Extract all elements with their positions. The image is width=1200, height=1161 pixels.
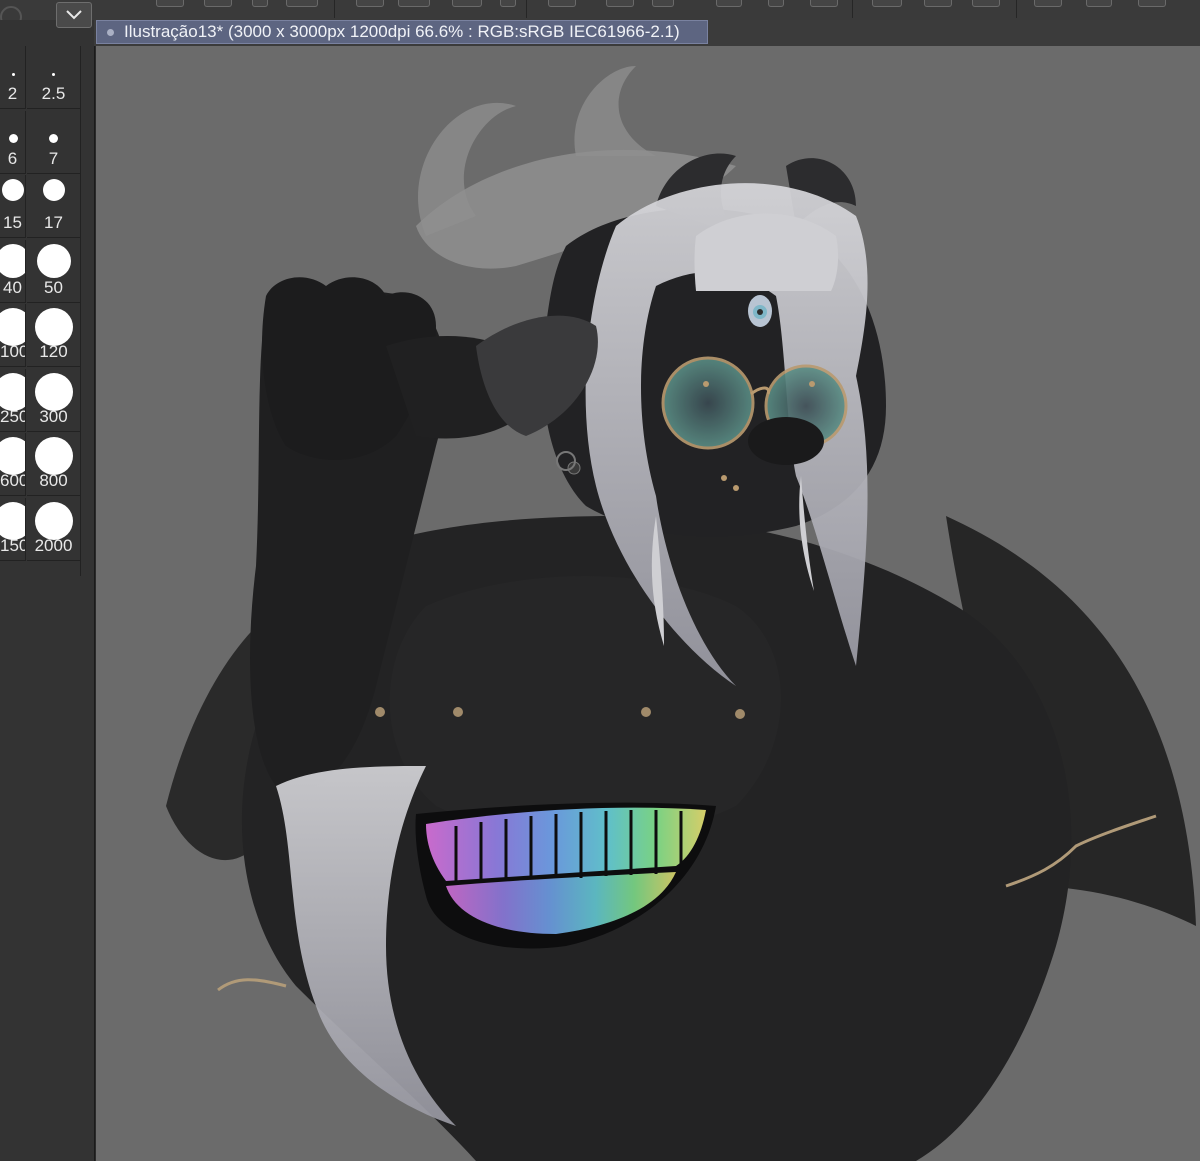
brush-size-label: 2.5 <box>41 84 66 103</box>
brush-preview-icon <box>0 501 25 540</box>
brush-size-option[interactable]: 2000 <box>27 498 80 561</box>
brush-preview-icon <box>0 437 25 475</box>
toolbar-button[interactable] <box>252 0 268 7</box>
brush-size-option[interactable]: 50 <box>27 240 80 303</box>
bangs <box>694 213 839 291</box>
brush-size-option[interactable]: 600 <box>0 433 26 496</box>
panel-divider <box>80 46 81 576</box>
toolbar-button[interactable] <box>810 0 838 7</box>
toolbar-divider <box>1016 0 1017 18</box>
brush-size-option[interactable]: 6 <box>0 110 26 174</box>
document-tab[interactable]: Ilustração13* (3000 x 3000px 1200dpi 66.… <box>96 20 708 44</box>
toolbar-button[interactable] <box>1138 0 1166 7</box>
brush-size-option[interactable]: 100 <box>0 304 26 367</box>
horn-sketch <box>574 66 656 156</box>
toolbar-button[interactable] <box>286 0 318 7</box>
sketch-line <box>217 978 287 992</box>
toolbar-button[interactable] <box>548 0 576 7</box>
brush-size-option[interactable]: 250 <box>0 368 26 432</box>
brush-preview-icon <box>0 243 25 278</box>
brush-preview-icon <box>0 372 25 411</box>
brush-size-label: 120 <box>39 342 68 361</box>
toolbar-button[interactable] <box>716 0 742 7</box>
brush-preview-icon <box>34 308 73 346</box>
toolbar-button[interactable] <box>500 0 516 7</box>
brush-preview-icon <box>2 179 24 201</box>
brush-size-label: 40 <box>3 277 22 297</box>
brush-size-option[interactable]: 1500 <box>0 497 26 561</box>
brush-size-option[interactable]: 120 <box>27 304 80 367</box>
artwork-illustration <box>166 66 1196 1161</box>
brush-size-panel: 2 2.5 6 7 15 17 40 50 100 120 250 300 600 800 1500 2000 <box>0 20 95 1161</box>
toolbar-button[interactable] <box>872 0 902 7</box>
toolbar-button[interactable] <box>606 0 634 7</box>
brush-size-label: 600 <box>0 471 26 490</box>
brush-preview-icon <box>42 179 65 201</box>
brush-size-label: 6 <box>7 148 18 168</box>
brush-size-label: 15 <box>3 213 22 232</box>
toolbar-divider <box>526 0 527 18</box>
brush-size-option[interactable]: 800 <box>27 433 80 496</box>
brush-size-label: 17 <box>44 213 63 232</box>
brush-size-option[interactable]: 40 <box>0 239 26 303</box>
brush-preview-icon <box>49 134 58 143</box>
toolbar-button[interactable] <box>924 0 952 7</box>
brush-size-label: 800 <box>39 471 68 490</box>
brush-size-option[interactable]: 300 <box>27 369 80 432</box>
glasses-lens-left <box>661 356 755 450</box>
brush-size-label: 100 <box>0 342 26 361</box>
brush-preview-icon <box>34 437 73 475</box>
brush-size-option[interactable]: 2.5 <box>27 46 80 109</box>
toolbar-button[interactable] <box>204 0 232 7</box>
drawing-canvas[interactable] <box>96 46 1200 1161</box>
toolbar-button[interactable] <box>398 0 430 7</box>
top-toolbar <box>0 0 1200 28</box>
toolbar-button[interactable] <box>1034 0 1062 7</box>
brush-size-label: 2000 <box>34 535 73 555</box>
toolbar-button[interactable] <box>452 0 482 7</box>
toolbar-divider <box>334 0 335 18</box>
toolbar-button[interactable] <box>356 0 384 7</box>
brush-size-label: 1500 <box>0 535 25 555</box>
brush-preview-icon <box>34 501 73 540</box>
brush-size-label: 7 <box>48 148 59 168</box>
toolbar-button[interactable] <box>1086 0 1112 7</box>
toolbar-button[interactable] <box>768 0 784 7</box>
panel-menu-button[interactable] <box>56 2 92 28</box>
brush-size-label: 250 <box>0 406 26 426</box>
brush-size-option[interactable]: 15 <box>0 175 26 238</box>
brush-preview-icon <box>52 72 55 76</box>
chevron-down-icon <box>66 10 82 20</box>
brush-size-option[interactable]: 2 <box>0 46 26 109</box>
brush-preview-icon <box>34 372 73 411</box>
snout <box>748 417 824 465</box>
brush-size-label: 2 <box>7 84 18 103</box>
brush-size-option[interactable]: 17 <box>27 175 80 238</box>
brush-preview-icon <box>0 308 25 346</box>
brush-size-option[interactable]: 7 <box>27 111 80 174</box>
toolbar-button[interactable] <box>156 0 184 7</box>
brush-size-label: 300 <box>39 406 68 426</box>
toolbar-button[interactable] <box>972 0 1000 7</box>
brush-preview-icon <box>8 134 18 143</box>
brush-preview-icon <box>11 72 15 76</box>
toolbar-divider <box>852 0 853 18</box>
unsaved-dot-icon <box>107 28 114 36</box>
chest <box>389 576 781 836</box>
toolbar-button[interactable] <box>652 0 674 7</box>
brush-size-label: 50 <box>44 277 63 297</box>
document-tab-title: Ilustração13* (3000 x 3000px 1200dpi 66.… <box>124 22 680 41</box>
brush-preview-icon <box>36 243 71 278</box>
